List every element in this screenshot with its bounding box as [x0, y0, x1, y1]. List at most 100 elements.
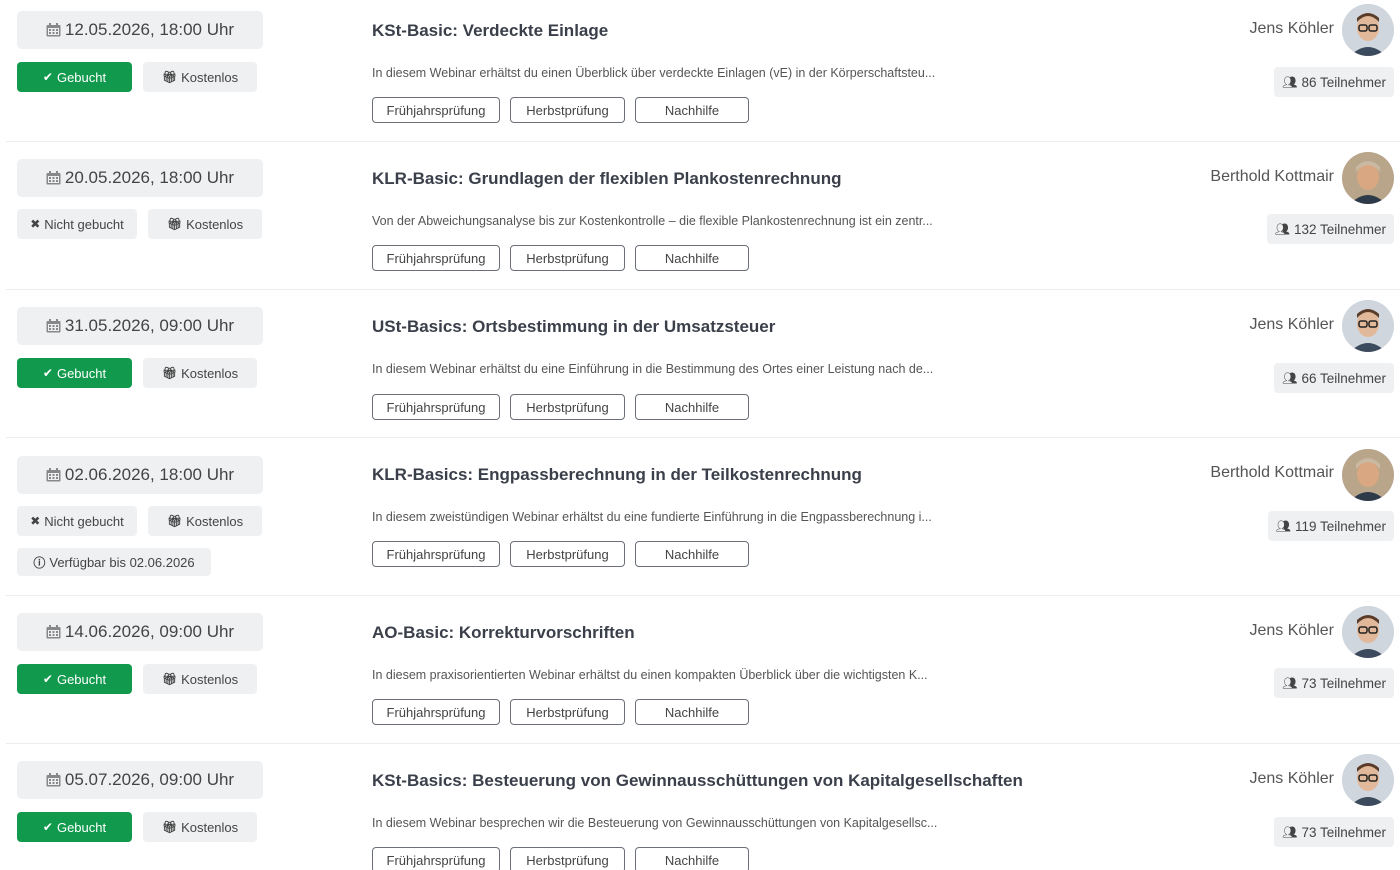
- speaker-name[interactable]: Berthold Kottmair: [1210, 168, 1334, 186]
- price-label: Kostenlos: [186, 513, 244, 529]
- webinar-description: In diesem Webinar besprechen wir die Bes…: [372, 816, 938, 830]
- tag-fruehjahrspruefung[interactable]: Frühjahrsprüfung: [372, 699, 500, 725]
- check-icon: ✔: [42, 820, 53, 834]
- price-label: Kostenlos: [181, 365, 239, 381]
- row-divider: [6, 289, 1400, 290]
- tag-nachhilfe[interactable]: Nachhilfe: [635, 541, 749, 567]
- webinar-description: In diesem Webinar erhältst du eine Einfü…: [372, 362, 934, 376]
- tag-herbstpruefung[interactable]: Herbstprüfung: [510, 97, 625, 123]
- tag-herbstpruefung[interactable]: Herbstprüfung: [510, 245, 625, 271]
- date-text: 02.06.2026, 18:00 Uhr: [64, 465, 235, 484]
- tag-nachhilfe[interactable]: Nachhilfe: [635, 394, 749, 420]
- participants-badge: 👥︎ 132 Teilnehmer: [1266, 214, 1394, 244]
- calendar-icon: [46, 23, 61, 37]
- participants-count: 86 Teilnehmer: [1301, 74, 1386, 90]
- speaker-name[interactable]: Jens Köhler: [1250, 20, 1335, 38]
- date-text: 05.07.2026, 09:00 Uhr: [64, 770, 235, 789]
- tag-fruehjahrspruefung[interactable]: Frühjahrsprüfung: [372, 97, 500, 123]
- webinar-row[interactable]: 02.06.2026, 18:00 Uhr ✖ Nicht gebucht 🎁︎…: [6, 449, 1400, 591]
- participants-badge: 👥︎ 73 Teilnehmer: [1274, 817, 1394, 847]
- row-divider: [6, 437, 1400, 438]
- status-label: Gebucht: [56, 819, 107, 835]
- price-label: Kostenlos: [186, 216, 244, 232]
- webinar-row[interactable]: 14.06.2026, 09:00 Uhr ✔ Gebucht 🎁︎ Koste…: [6, 606, 1400, 733]
- speaker-name[interactable]: Jens Köhler: [1250, 316, 1335, 334]
- participants-badge: 👥︎ 73 Teilnehmer: [1274, 668, 1394, 698]
- availability-badge: ⓘ Verfügbar bis 02.06.2026: [17, 548, 211, 576]
- webinar-title[interactable]: KSt-Basics: Besteuerung von Gewinnaussch…: [372, 771, 1023, 791]
- participants-badge: 👥︎ 66 Teilnehmer: [1274, 363, 1394, 393]
- check-icon: ✔: [42, 366, 53, 380]
- users-icon: 👥︎: [1282, 75, 1298, 89]
- date-text: 12.05.2026, 18:00 Uhr: [64, 20, 235, 39]
- not-booked-badge: ✖ Nicht gebucht: [17, 209, 137, 239]
- calendar-icon: [46, 171, 61, 185]
- users-icon: 👥︎: [1282, 676, 1298, 690]
- status-label: Gebucht: [56, 365, 107, 381]
- date-box: 12.05.2026, 18:00 Uhr: [17, 11, 263, 49]
- speaker-avatar[interactable]: [1342, 754, 1394, 806]
- status-label: Gebucht: [56, 69, 107, 85]
- tag-herbstpruefung[interactable]: Herbstprüfung: [510, 541, 625, 567]
- speaker-avatar[interactable]: [1342, 606, 1394, 658]
- tag-list: Frühjahrsprüfung Herbstprüfung Nachhilfe: [372, 97, 749, 123]
- calendar-icon: [46, 625, 61, 639]
- tag-herbstpruefung[interactable]: Herbstprüfung: [510, 699, 625, 725]
- row-divider: [6, 595, 1400, 596]
- row-divider: [6, 141, 1400, 142]
- webinar-row[interactable]: 20.05.2026, 18:00 Uhr ✖ Nicht gebucht 🎁︎…: [6, 152, 1400, 279]
- webinar-row[interactable]: 31.05.2026, 09:00 Uhr ✔ Gebucht 🎁︎ Koste…: [6, 300, 1400, 427]
- free-badge: 🎁︎ Kostenlos: [148, 209, 262, 239]
- tag-nachhilfe[interactable]: Nachhilfe: [635, 97, 749, 123]
- price-label: Kostenlos: [181, 819, 239, 835]
- webinar-description: In diesem zweistündigen Webinar erhältst…: [372, 510, 932, 524]
- row-divider: [6, 743, 1400, 744]
- tag-list: Frühjahrsprüfung Herbstprüfung Nachhilfe: [372, 394, 749, 420]
- speaker-name[interactable]: Jens Köhler: [1250, 622, 1335, 640]
- gift-icon: 🎁︎: [161, 820, 178, 834]
- tag-fruehjahrspruefung[interactable]: Frühjahrsprüfung: [372, 847, 500, 870]
- tag-nachhilfe[interactable]: Nachhilfe: [635, 245, 749, 271]
- booked-badge: ✔ Gebucht: [17, 358, 132, 388]
- speaker-name[interactable]: Jens Köhler: [1250, 770, 1335, 788]
- webinar-description: In diesem praxisorientierten Webinar erh…: [372, 668, 928, 682]
- booked-badge: ✔ Gebucht: [17, 62, 132, 92]
- tag-fruehjahrspruefung[interactable]: Frühjahrsprüfung: [372, 541, 500, 567]
- gift-icon: 🎁︎: [166, 514, 183, 528]
- speaker-avatar[interactable]: [1342, 152, 1394, 204]
- free-badge: 🎁︎ Kostenlos: [143, 664, 257, 694]
- speaker-avatar[interactable]: [1342, 4, 1394, 56]
- price-label: Kostenlos: [181, 69, 239, 85]
- tag-herbstpruefung[interactable]: Herbstprüfung: [510, 847, 625, 870]
- participants-count: 73 Teilnehmer: [1301, 824, 1386, 840]
- tag-herbstpruefung[interactable]: Herbstprüfung: [510, 394, 625, 420]
- participants-count: 66 Teilnehmer: [1301, 370, 1386, 386]
- webinar-title[interactable]: AO-Basic: Korrekturvorschriften: [372, 623, 635, 643]
- calendar-icon: [46, 319, 61, 333]
- webinar-title[interactable]: KLR-Basics: Engpassberechnung in der Tei…: [372, 465, 862, 485]
- tag-list: Frühjahrsprüfung Herbstprüfung Nachhilfe: [372, 847, 749, 870]
- tag-list: Frühjahrsprüfung Herbstprüfung Nachhilfe: [372, 699, 749, 725]
- participants-badge: 👥︎ 86 Teilnehmer: [1274, 67, 1394, 97]
- speaker-name[interactable]: Berthold Kottmair: [1210, 464, 1334, 482]
- webinar-row[interactable]: 12.05.2026, 18:00 Uhr ✔ Gebucht 🎁︎ Koste…: [6, 4, 1400, 131]
- price-label: Kostenlos: [181, 671, 239, 687]
- webinar-title[interactable]: KSt-Basic: Verdeckte Einlage: [372, 21, 608, 41]
- speaker-avatar[interactable]: [1342, 300, 1394, 352]
- info-icon: ⓘ: [33, 555, 46, 570]
- webinar-row[interactable]: 05.07.2026, 09:00 Uhr ✔ Gebucht 🎁︎ Koste…: [6, 754, 1400, 870]
- gift-icon: 🎁︎: [166, 217, 183, 231]
- booked-badge: ✔ Gebucht: [17, 664, 132, 694]
- tag-fruehjahrspruefung[interactable]: Frühjahrsprüfung: [372, 394, 500, 420]
- webinar-description: Von der Abweichungsanalyse bis zur Koste…: [372, 214, 933, 228]
- tag-fruehjahrspruefung[interactable]: Frühjahrsprüfung: [372, 245, 500, 271]
- participants-count: 119 Teilnehmer: [1294, 518, 1386, 534]
- tag-nachhilfe[interactable]: Nachhilfe: [635, 699, 749, 725]
- participants-count: 132 Teilnehmer: [1293, 221, 1386, 237]
- webinar-title[interactable]: KLR-Basic: Grundlagen der flexiblen Plan…: [372, 169, 841, 189]
- calendar-icon: [46, 468, 61, 482]
- users-icon: 👥︎: [1282, 371, 1298, 385]
- webinar-title[interactable]: USt-Basics: Ortsbestimmung in der Umsatz…: [372, 317, 775, 337]
- speaker-avatar[interactable]: [1342, 449, 1394, 501]
- tag-nachhilfe[interactable]: Nachhilfe: [635, 847, 749, 870]
